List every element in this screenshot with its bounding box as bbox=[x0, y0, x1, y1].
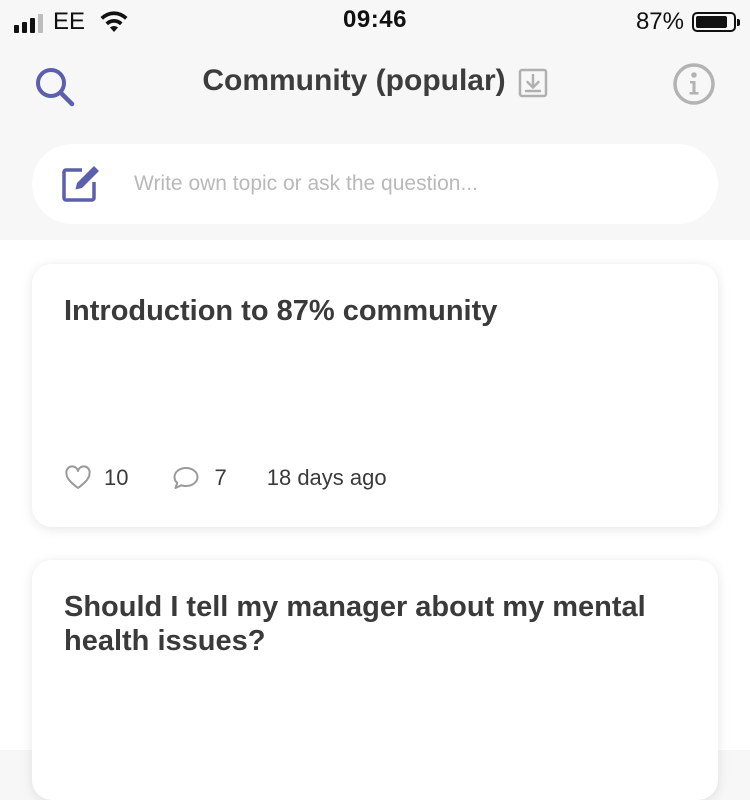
post-card[interactable]: Introduction to 87% community 10 7 18 da… bbox=[32, 264, 718, 527]
comment-icon[interactable] bbox=[172, 465, 200, 491]
battery-percentage: 87% bbox=[635, 8, 684, 35]
info-icon[interactable] bbox=[672, 62, 716, 106]
post-meta: 10 7 18 days ago bbox=[64, 465, 387, 491]
post-card[interactable]: Should I tell my manager about my mental… bbox=[32, 560, 718, 800]
status-bar: EE 09:46 87% bbox=[0, 0, 750, 44]
status-right: 87% bbox=[635, 8, 740, 36]
post-feed: Introduction to 87% community 10 7 18 da… bbox=[0, 240, 750, 800]
like-count: 10 bbox=[104, 465, 129, 490]
heart-icon[interactable] bbox=[64, 465, 92, 491]
post-title[interactable]: Should I tell my manager about my mental… bbox=[64, 590, 686, 658]
header-title-wrap: Community (popular) bbox=[0, 64, 750, 98]
page-title[interactable]: Community (popular) bbox=[202, 64, 505, 98]
comment-count: 7 bbox=[214, 465, 227, 490]
new-topic-composer[interactable] bbox=[32, 144, 718, 224]
post-title[interactable]: Introduction to 87% community bbox=[64, 294, 686, 328]
download-icon[interactable] bbox=[518, 68, 548, 98]
post-timestamp: 18 days ago bbox=[266, 465, 387, 490]
compose-icon[interactable] bbox=[58, 162, 102, 206]
header: Community (popular) bbox=[0, 44, 750, 124]
battery-icon bbox=[692, 12, 740, 32]
topic-input[interactable] bbox=[132, 171, 696, 197]
